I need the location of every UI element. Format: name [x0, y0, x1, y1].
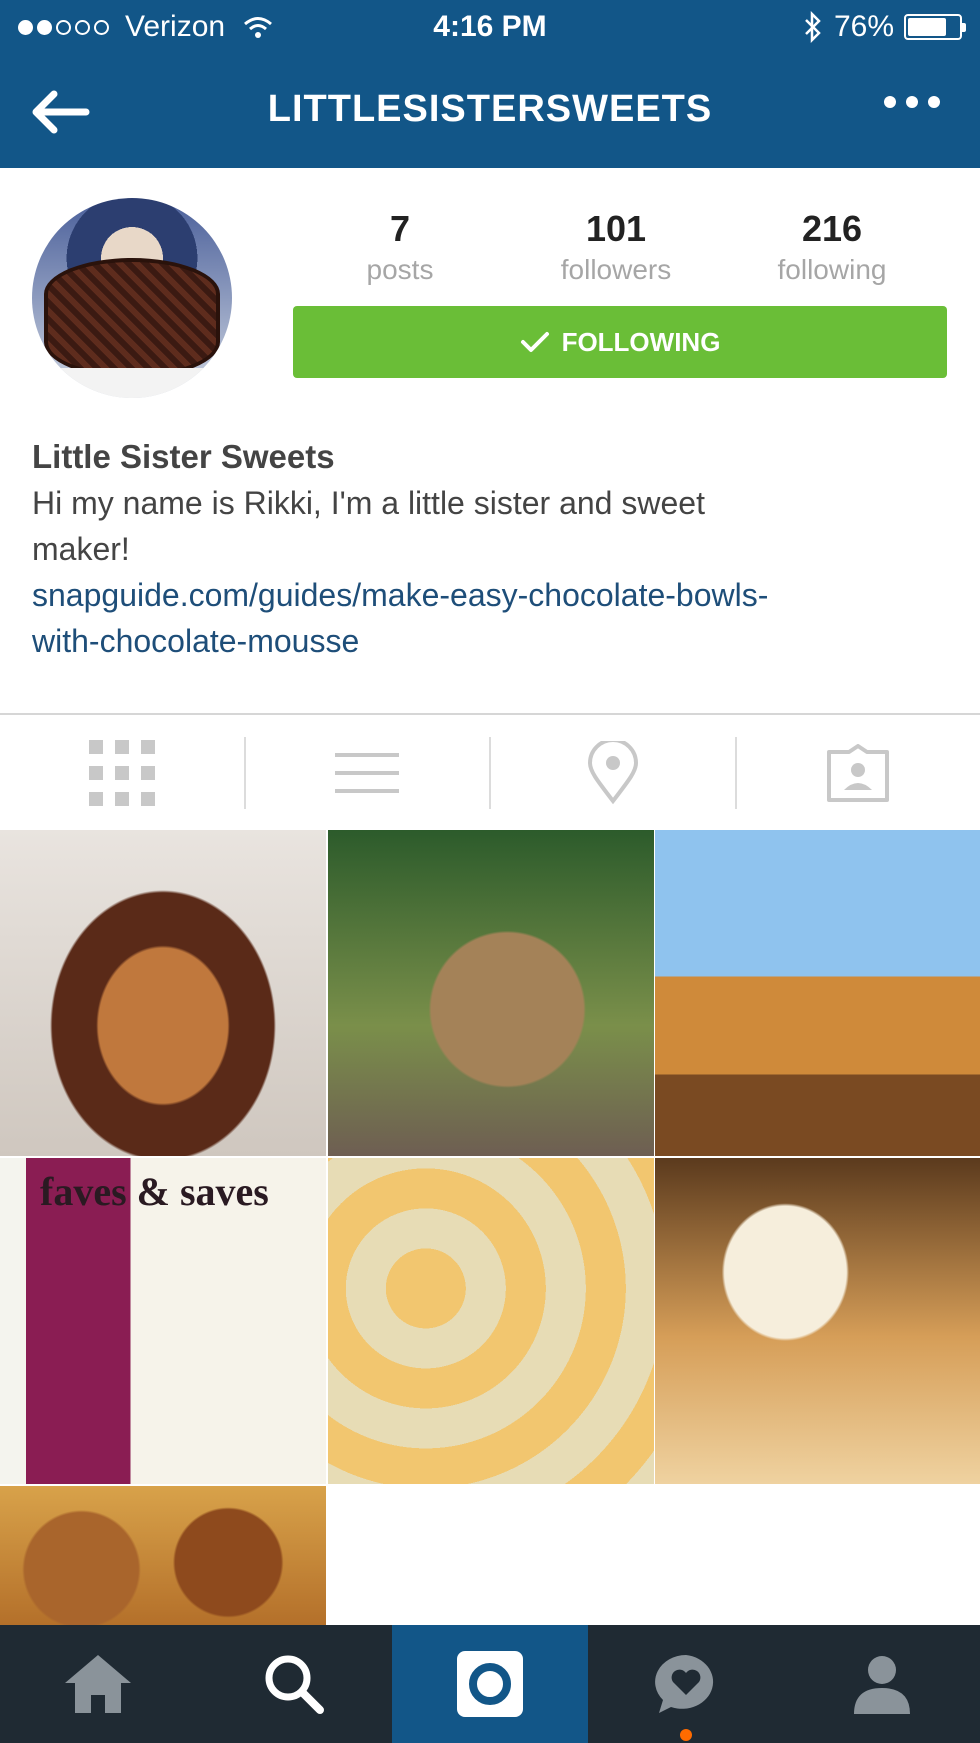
checkmark-icon — [520, 332, 549, 352]
profile-view-tabs — [0, 715, 980, 830]
profile-header: 7 posts 101 followers 216 following FOLL… — [0, 168, 980, 713]
photo-chocolate-bowl-mousse[interactable] — [0, 830, 326, 1156]
stat-following[interactable]: 216 following — [724, 208, 940, 286]
bio-line: Hi my name is Rikki, I'm a little sister… — [32, 485, 705, 521]
bio-text: Hi my name is Rikki, I'm a little sister… — [32, 480, 942, 572]
photo-faves-saves-magazine[interactable]: faves & saves — [0, 1158, 326, 1484]
stat-value: 101 — [585, 208, 647, 249]
search-icon — [265, 1655, 324, 1714]
photo-stacked-cookies[interactable] — [328, 830, 654, 1156]
tab-activity[interactable] — [588, 1625, 784, 1743]
tab-home[interactable] — [0, 1625, 196, 1743]
stat-posts[interactable]: 7 posts — [292, 208, 508, 286]
status-bar: Verizon 4:16 PM 76% — [0, 0, 980, 56]
list-icon — [335, 752, 400, 793]
magazine-title: faves & saves — [40, 1169, 269, 1214]
battery-percent: 76% — [833, 10, 894, 43]
grid-icon — [88, 739, 155, 806]
link-line: snapguide.com/guides/make-easy-chocolate… — [32, 577, 769, 613]
home-icon — [65, 1655, 131, 1713]
stat-label: following — [777, 254, 887, 285]
website-link[interactable]: snapguide.com/guides/make-easy-chocolate… — [32, 572, 942, 664]
profile-bio: Little Sister Sweets Hi my name is Rikki… — [32, 438, 942, 664]
profile-username-title: LITTLESISTERSWEETS — [267, 88, 713, 130]
stat-value: 7 — [389, 208, 411, 249]
photo-grid: faves & saves — [0, 830, 980, 1625]
bio-line: maker! — [32, 531, 130, 567]
photo-peanut-butter-cookies[interactable] — [328, 1158, 654, 1484]
avatar[interactable] — [32, 198, 232, 398]
status-right: 76% — [802, 10, 966, 44]
bottom-tab-bar — [0, 1625, 980, 1743]
stat-label: followers — [560, 254, 672, 285]
notification-dot — [680, 1729, 692, 1741]
following-button[interactable]: FOLLOWING — [293, 306, 947, 378]
top-bar: Verizon 4:16 PM 76% LITTLESISTERSWEETS — [0, 0, 980, 168]
more-options-icon[interactable] — [884, 96, 940, 108]
tab-camera[interactable] — [392, 1625, 588, 1743]
photo-apple-bars[interactable] — [655, 830, 980, 1156]
profile-stats: 7 posts 101 followers 216 following — [292, 208, 942, 286]
camera-icon — [457, 1651, 523, 1717]
profile-icon — [854, 1656, 910, 1714]
nav-bar: LITTLESISTERSWEETS — [0, 56, 980, 168]
display-name: Little Sister Sweets — [32, 438, 335, 475]
stat-followers[interactable]: 101 followers — [508, 208, 724, 286]
tab-explore[interactable] — [196, 1625, 392, 1743]
photo-pretzel-turtles[interactable] — [0, 1486, 326, 1625]
tab-list-view[interactable] — [246, 715, 490, 830]
activity-heart-bubble-icon — [655, 1655, 714, 1713]
photo-cupcakes[interactable] — [655, 1158, 980, 1484]
location-pin-icon — [587, 740, 638, 804]
tagged-person-icon — [827, 743, 890, 802]
following-button-label: FOLLOWING — [561, 326, 721, 357]
link-line: with-chocolate-mousse — [32, 623, 360, 659]
tab-map-view[interactable] — [491, 715, 735, 830]
battery-icon — [904, 14, 966, 40]
stat-label: posts — [366, 254, 434, 285]
bluetooth-icon — [805, 11, 821, 43]
tab-tagged-photos[interactable] — [737, 715, 980, 830]
tab-grid-view[interactable] — [0, 715, 244, 830]
stat-value: 216 — [801, 208, 863, 249]
tab-profile[interactable] — [784, 1625, 980, 1743]
